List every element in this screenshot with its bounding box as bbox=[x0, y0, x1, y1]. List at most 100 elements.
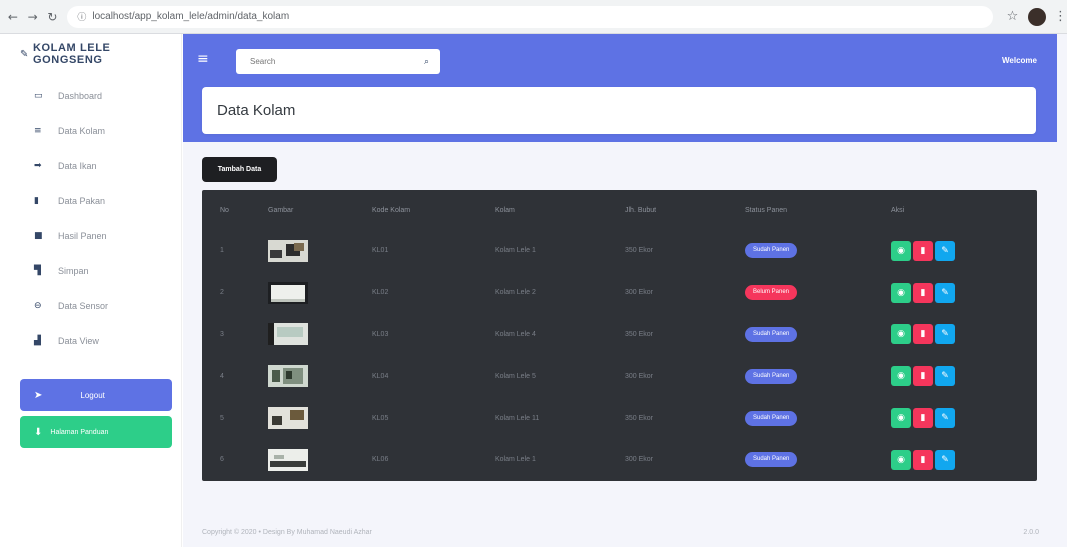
forward-icon[interactable]: → bbox=[26, 10, 40, 24]
cell-actions: ◉ ▮ ✎ bbox=[891, 439, 1037, 481]
avatar[interactable] bbox=[1028, 7, 1047, 26]
menu-icon[interactable]: ⋮ bbox=[1054, 9, 1067, 24]
cell-status: Sudah Panen bbox=[745, 230, 891, 272]
cell-kolam: Kolam Lele 2 bbox=[495, 289, 536, 297]
star-icon[interactable]: ☆ bbox=[1007, 9, 1019, 24]
cell-status: Sudah Panen bbox=[745, 355, 891, 397]
help-label: Halaman Panduan bbox=[50, 428, 109, 436]
delete-button[interactable]: ▮ bbox=[913, 324, 933, 345]
cell-no: 1 bbox=[220, 247, 224, 255]
add-data-button[interactable]: Tambah Data bbox=[202, 157, 277, 182]
logout-button[interactable]: ➤ Logout bbox=[20, 379, 172, 411]
pond-thumbnail[interactable] bbox=[268, 365, 308, 388]
view-button[interactable]: ◉ bbox=[891, 240, 911, 261]
delete-button[interactable]: ▮ bbox=[913, 449, 933, 470]
sidebar-item-dashboard[interactable]: ▭ Dashboard bbox=[0, 78, 181, 113]
view-button[interactable]: ◉ bbox=[891, 449, 911, 470]
table-row: 5 KL05 Kolam Lele 11 350 Ekor Sudah Pane… bbox=[202, 397, 1037, 439]
sidebar-item-data-ikan[interactable]: ➡ Data Ikan bbox=[0, 148, 181, 183]
pond-thumbnail[interactable] bbox=[268, 239, 308, 262]
cell-jumlah: 300 Ekor bbox=[625, 456, 654, 464]
address-bar[interactable]: ⓘ localhost/app_kolam_lele/admin/data_ko… bbox=[67, 5, 993, 28]
brand-icon: ✎ bbox=[20, 48, 29, 60]
edit-button[interactable]: ✎ bbox=[935, 408, 955, 429]
fish-icon: ➡ bbox=[34, 160, 42, 171]
pond-thumbnail[interactable] bbox=[268, 448, 308, 471]
pond-thumbnail[interactable] bbox=[268, 323, 308, 346]
cell-image bbox=[268, 355, 372, 397]
table-row: 4 KL04 Kolam Lele 5 300 Ekor Sudah Panen… bbox=[202, 355, 1037, 397]
reload-icon[interactable]: ↻ bbox=[46, 10, 60, 24]
send-icon: ➤ bbox=[34, 389, 43, 401]
edit-button[interactable]: ✎ bbox=[935, 324, 955, 345]
sidebar-item-label: Simpan bbox=[58, 265, 89, 276]
info-icon: ⓘ bbox=[77, 13, 87, 23]
url-text: localhost/app_kolam_lele/admin/data_kola… bbox=[92, 11, 290, 22]
table-header-row: No Gambar Kode Kolam Kolam Jlh. Bubut St… bbox=[202, 190, 1037, 230]
cell-kolam: Kolam Lele 4 bbox=[495, 330, 536, 338]
data-table: No Gambar Kode Kolam Kolam Jlh. Bubut St… bbox=[202, 190, 1037, 481]
status-badge: Belum Panen bbox=[745, 285, 798, 301]
sidebar-item-data-view[interactable]: ▟ Data View bbox=[0, 323, 181, 358]
sidebar-item-data-pakan[interactable]: ▮ Data Pakan bbox=[0, 183, 181, 218]
search-input[interactable] bbox=[250, 57, 420, 66]
delete-button[interactable]: ▮ bbox=[913, 366, 933, 387]
column-header-kolam: Kolam bbox=[495, 206, 515, 214]
cell-image bbox=[268, 397, 372, 439]
sidebar-item-data-sensor[interactable]: ⊖ Data Sensor bbox=[0, 288, 181, 323]
welcome-text[interactable]: Welcome bbox=[1002, 56, 1037, 65]
table-row: 6 KL06 Kolam Lele 1 300 Ekor Sudah Panen… bbox=[202, 439, 1037, 481]
edit-button[interactable]: ✎ bbox=[935, 240, 955, 261]
download-icon: ⬇ bbox=[34, 426, 43, 438]
view-button[interactable]: ◉ bbox=[891, 408, 911, 429]
bookmark-icon: ▜ bbox=[34, 265, 41, 276]
table-row: 3 KL03 Kolam Lele 4 350 Ekor Sudah Panen… bbox=[202, 314, 1037, 356]
list-icon: ≡ bbox=[34, 125, 42, 136]
hamburger-icon[interactable]: ≡ bbox=[197, 51, 209, 67]
cell-kolam: Kolam Lele 5 bbox=[495, 372, 536, 380]
table-row: 1 KL01 Kolam Lele 1 350 Ekor Sudah Panen… bbox=[202, 230, 1037, 272]
cell-image bbox=[268, 314, 372, 356]
edit-button[interactable]: ✎ bbox=[935, 449, 955, 470]
delete-button[interactable]: ▮ bbox=[913, 408, 933, 429]
column-header-gambar: Gambar bbox=[268, 206, 294, 214]
cell-jumlah: 350 Ekor bbox=[625, 330, 654, 338]
column-header-status: Status Panen bbox=[745, 206, 788, 214]
cell-image bbox=[268, 230, 372, 272]
back-icon[interactable]: ← bbox=[6, 10, 20, 24]
cell-no: 2 bbox=[220, 289, 224, 297]
brand-name: KOLAM LELE GONGSENG bbox=[32, 42, 111, 66]
sidebar-item-simpan[interactable]: ▜ Simpan bbox=[0, 253, 181, 288]
cell-kolam: Kolam Lele 1 bbox=[495, 456, 536, 464]
view-button[interactable]: ◉ bbox=[891, 366, 911, 387]
pond-thumbnail[interactable] bbox=[268, 407, 308, 430]
sidebar-item-label: Data View bbox=[58, 335, 99, 346]
brand[interactable]: ✎ KOLAM LELE GONGSENG bbox=[0, 34, 181, 74]
footer-copyright: Copyright © 2020 • Design By Muhamad Nae… bbox=[202, 529, 372, 536]
help-button[interactable]: ⬇ Halaman Panduan bbox=[20, 416, 172, 448]
cell-status: Belum Panen bbox=[745, 272, 891, 314]
cell-kolam: Kolam Lele 11 bbox=[495, 414, 540, 422]
view-button[interactable]: ◉ bbox=[891, 324, 911, 345]
sidebar-item-label: Data Ikan bbox=[58, 160, 97, 171]
cell-jumlah: 300 Ekor bbox=[625, 372, 654, 380]
column-header-jumlah: Jlh. Bubut bbox=[625, 206, 657, 214]
table-row: 2 KL02 Kolam Lele 2 300 Ekor Belum Panen… bbox=[202, 272, 1037, 314]
view-button[interactable]: ◉ bbox=[891, 282, 911, 303]
cell-image bbox=[268, 439, 372, 481]
cell-kode: KL01 bbox=[372, 247, 389, 255]
logout-label: Logout bbox=[80, 390, 105, 400]
search-icon[interactable]: ⌕ bbox=[424, 57, 429, 67]
edit-button[interactable]: ✎ bbox=[935, 282, 955, 303]
pond-thumbnail[interactable] bbox=[268, 281, 308, 304]
sidebar-item-hasil-panen[interactable]: ■ Hasil Panen bbox=[0, 218, 181, 253]
sidebar-item-data-kolam[interactable]: ≡ Data Kolam bbox=[0, 113, 181, 148]
delete-button[interactable]: ▮ bbox=[913, 240, 933, 261]
delete-button[interactable]: ▮ bbox=[913, 282, 933, 303]
edit-button[interactable]: ✎ bbox=[935, 366, 955, 387]
cell-no: 5 bbox=[220, 414, 224, 422]
cell-jumlah: 350 Ekor bbox=[625, 247, 654, 255]
cell-status: Sudah Panen bbox=[745, 439, 891, 481]
cell-status: Sudah Panen bbox=[745, 397, 891, 439]
title-card: Data Kolam bbox=[202, 87, 1036, 134]
